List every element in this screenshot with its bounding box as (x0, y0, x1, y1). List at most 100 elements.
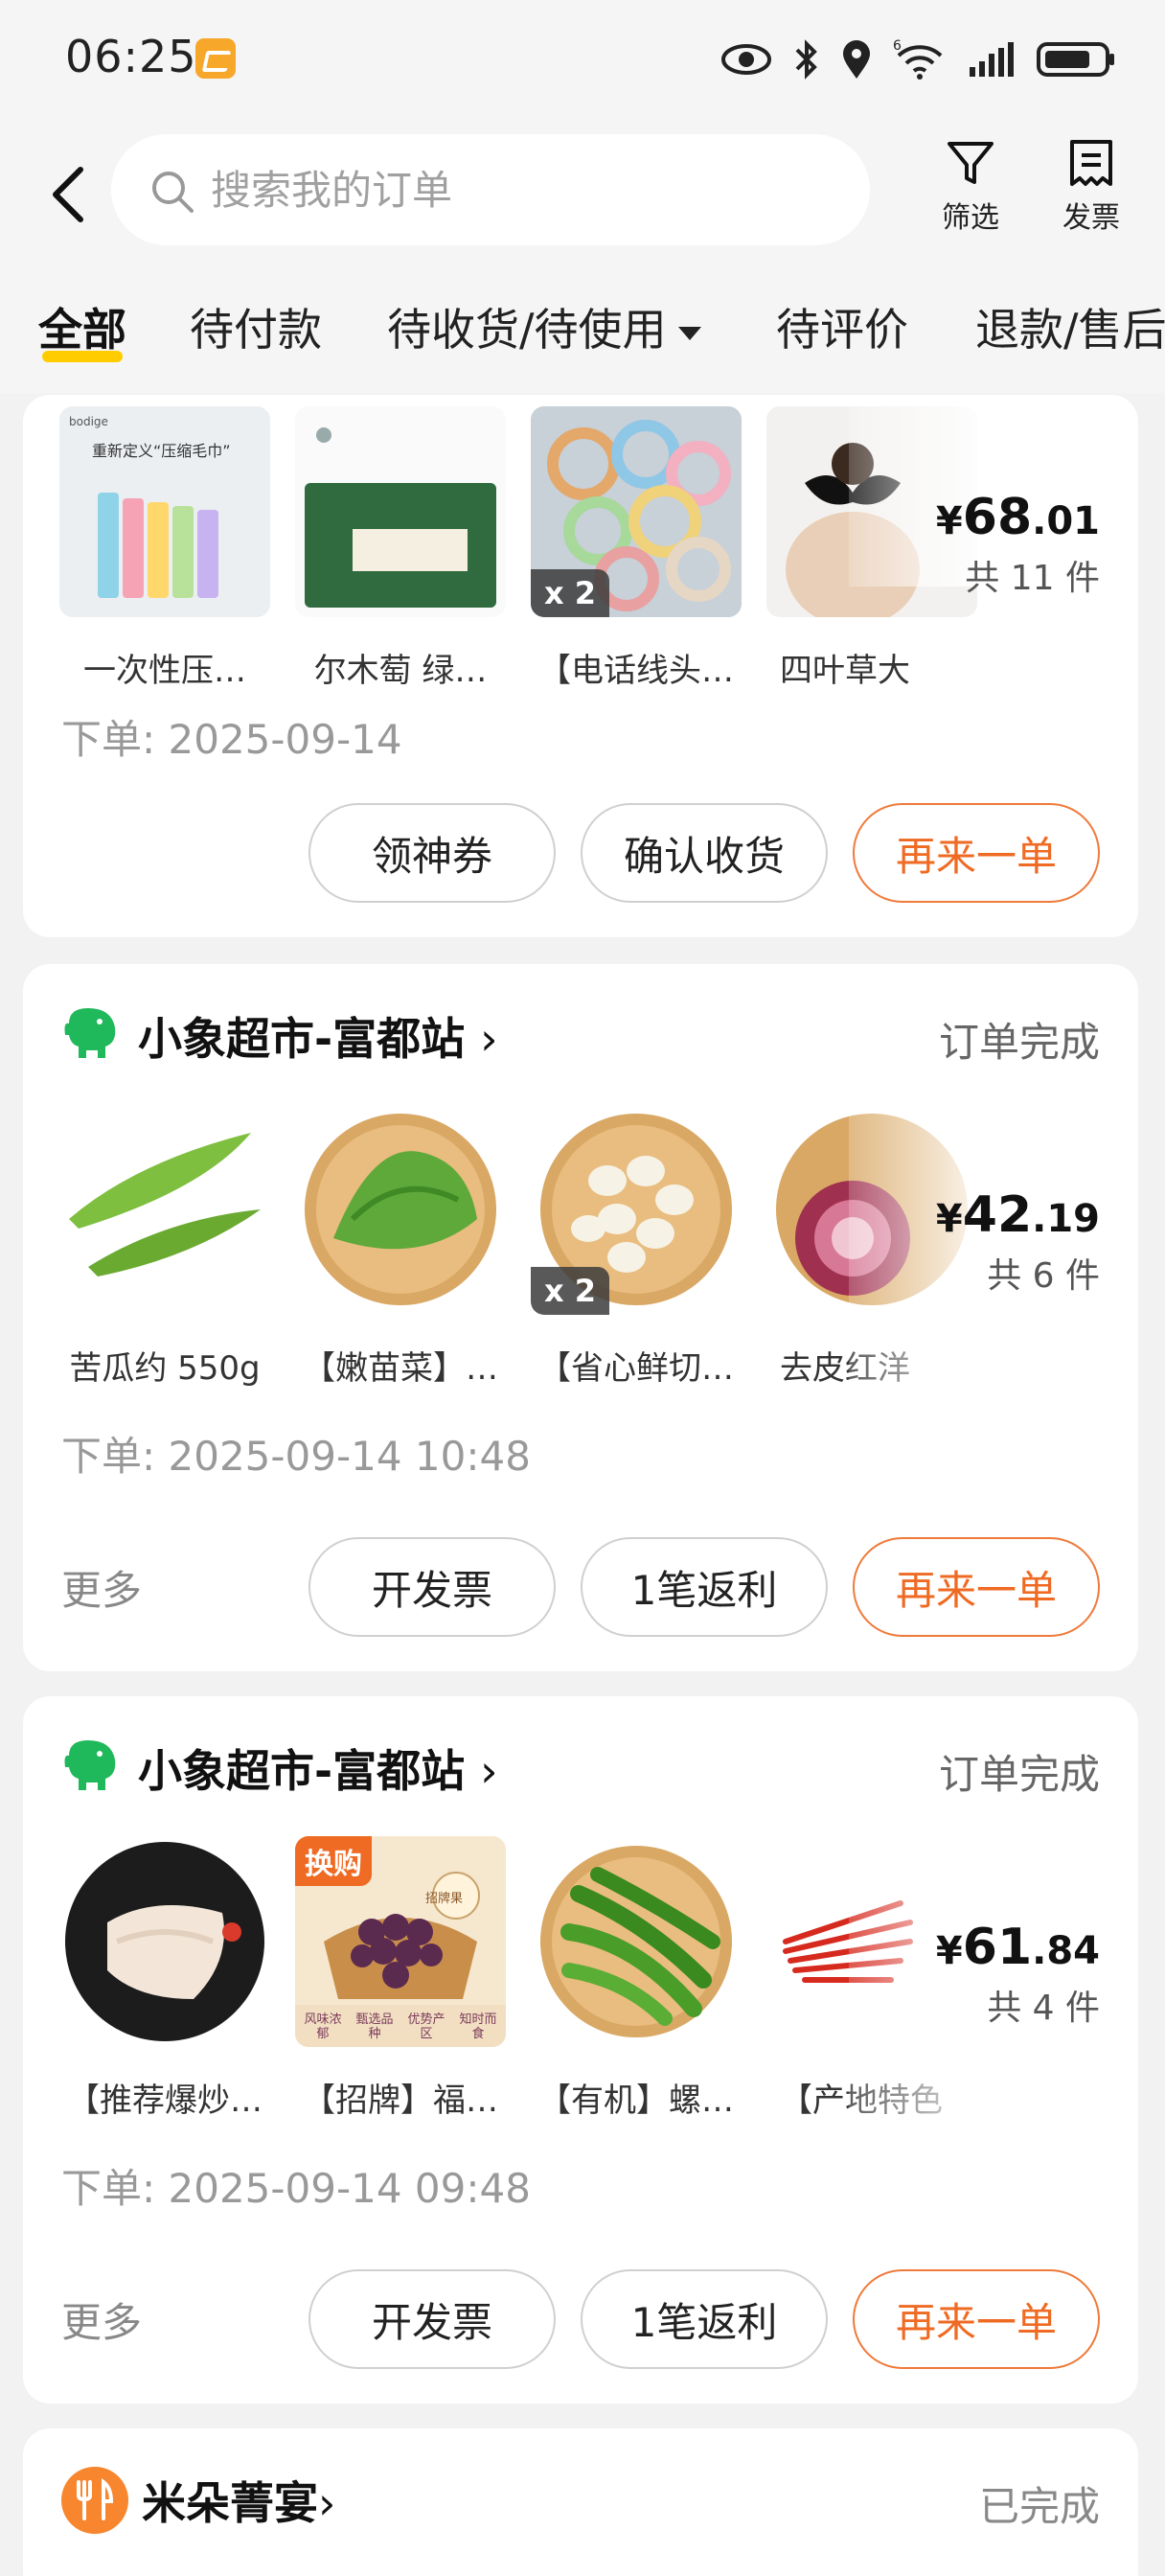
signal-icon (968, 40, 1016, 79)
app-notification-icon (195, 38, 236, 79)
invoice-label: 发票 (1062, 201, 1120, 235)
invoice-button[interactable]: 发票 (1039, 136, 1144, 236)
currency-symbol: ¥ (935, 499, 963, 543)
rebate-button[interactable]: 1笔返利 (581, 1537, 828, 1637)
order-card[interactable]: 小象超市-富都站 › 订单完成 苦瓜约 550g 【嫩苗菜】… x 2 【省心鲜… (23, 964, 1138, 1671)
store-name[interactable]: 小象超市-富都站 › (138, 1736, 498, 1800)
order-total: ¥68.01 共 11 件 (936, 489, 1100, 600)
order-price: ¥42.19 (936, 1186, 1100, 1244)
order-card[interactable]: 小象超市-富都站 › 订单完成 【推荐爆炒… 换购 招牌果 风味浓郁 甄选品种 … (23, 1696, 1138, 2404)
list-item[interactable]: 【推荐爆炒… (59, 1836, 270, 2121)
tab-all-label: 全部 (38, 304, 126, 356)
order-status: 订单完成 (938, 1019, 1100, 1066)
list-item[interactable]: 【嫩苗菜】… (295, 1104, 506, 1389)
order-total: ¥61.84 共 4 件 (936, 1919, 1100, 2030)
item-count: 共 4 件 (987, 1989, 1100, 2028)
price-decimal: .01 (1032, 499, 1100, 543)
list-item[interactable]: bodige 重新定义“压缩毛巾” 一次性压… (59, 406, 270, 691)
order-items: 【推荐爆炒… 换购 招牌果 风味浓郁 甄选品种 优势产区 知时而食 【招牌】福…… (59, 1836, 977, 2121)
reorder-button[interactable]: 再来一单 (853, 803, 1100, 903)
confirm-receipt-button[interactable]: 确认收货 (581, 803, 828, 903)
tab-pending-payment[interactable]: 待付款 (190, 295, 322, 358)
product-tag: 知时而食 (459, 2012, 497, 2041)
order-card[interactable]: bodige 重新定义“压缩毛巾” 一次性压… 尔木萄 绿… x 2 【电话线头… (23, 395, 1138, 937)
rebate-button[interactable]: 1笔返利 (581, 2269, 828, 2369)
list-item[interactable]: 【有机】螺… (531, 1836, 742, 2121)
item-caption: 尔木萄 绿… (313, 652, 488, 690)
reorder-button[interactable]: 再来一单 (853, 2269, 1100, 2369)
order-items: bodige 重新定义“压缩毛巾” 一次性压… 尔木萄 绿… x 2 【电话线头… (59, 406, 977, 691)
filter-label: 筛选 (942, 201, 999, 235)
tab-all[interactable]: 全部 (38, 295, 126, 358)
product-image (59, 1836, 270, 2047)
search-header: 筛选 发票 (0, 115, 1165, 278)
store-name-text: 小象超市-富都站 (138, 1013, 466, 1065)
product-image: 换购 招牌果 风味浓郁 甄选品种 优势产区 知时而食 (295, 1836, 506, 2047)
order-date: 下单: 2025-09-14 10:48 (61, 1433, 531, 1480)
item-caption: 苦瓜约 550g (69, 1349, 261, 1388)
product-image (59, 1104, 270, 1315)
order-tabs: 全部 待付款 待收货/待使用 待评价 退款/售后 (0, 278, 1165, 393)
order-date: 下单: 2025-09-14 (61, 716, 402, 763)
currency-symbol: ¥ (935, 1929, 963, 1973)
store-header[interactable]: 米朵菁宴› 已完成 (61, 2467, 1100, 2534)
more-button[interactable]: 更多 (61, 2290, 142, 2349)
chevron-left-icon (53, 167, 83, 222)
tab-pending-receipt[interactable]: 待收货/待使用 (387, 295, 701, 358)
brand-text: bodige (69, 415, 108, 428)
filter-button[interactable]: 筛选 (918, 136, 1023, 236)
invoice-request-button[interactable]: 开发票 (308, 1537, 556, 1637)
product-title-text: 重新定义“压缩毛巾” (92, 442, 231, 460)
store-header[interactable]: 小象超市-富都站 › 订单完成 (61, 1735, 1100, 1802)
item-count: 共 6 件 (987, 1256, 1100, 1296)
item-count: 共 11 件 (965, 559, 1100, 598)
item-caption: 【嫩苗菜】… (303, 1349, 498, 1388)
item-caption: 四叶草大 (780, 652, 910, 690)
currency-symbol: ¥ (935, 1197, 963, 1241)
list-item[interactable]: x 2 【省心鲜切… (531, 1104, 742, 1389)
order-items: 苦瓜约 550g 【嫩苗菜】… x 2 【省心鲜切… 去皮红洋 (59, 1104, 977, 1389)
product-image: bodige 重新定义“压缩毛巾” (59, 406, 270, 617)
store-header[interactable]: 小象超市-富都站 › 订单完成 (61, 1002, 1100, 1070)
search-box[interactable] (111, 134, 870, 245)
order-card[interactable]: 米朵菁宴› 已完成 (23, 2428, 1138, 2576)
bluetooth-icon (793, 38, 820, 80)
battery-icon (1037, 40, 1117, 79)
tab-active-indicator (42, 351, 123, 362)
svg-text:6: 6 (893, 38, 902, 54)
order-status: 已完成 (978, 2483, 1100, 2530)
tab-pending-receipt-label: 待收货/待使用 (387, 304, 667, 356)
order-status: 订单完成 (938, 1751, 1100, 1798)
product-tag: 甄选品种 (355, 2012, 394, 2041)
list-item[interactable]: 换购 招牌果 风味浓郁 甄选品种 优势产区 知时而食 【招牌】福… (295, 1836, 506, 2121)
tab-refund[interactable]: 退款/售后 (975, 295, 1165, 358)
store-name[interactable]: 小象超市-富都站 › (138, 1004, 498, 1068)
search-input[interactable] (211, 163, 824, 217)
status-bar: 06:25 6 (0, 0, 1165, 115)
invoice-request-button[interactable]: 开发票 (308, 2269, 556, 2369)
elephant-icon (61, 1735, 123, 1796)
more-button[interactable]: 更多 (61, 1558, 142, 1617)
item-caption: 【推荐爆炒… (67, 2082, 263, 2120)
tab-pending-payment-label: 待付款 (190, 304, 322, 356)
swap-badge: 换购 (295, 1836, 372, 1886)
product-image (295, 406, 506, 617)
reorder-button[interactable]: 再来一单 (853, 1537, 1100, 1637)
list-item[interactable]: 尔木萄 绿… (295, 406, 506, 691)
tab-pending-review[interactable]: 待评价 (776, 295, 908, 358)
wifi-6-icon: 6 (893, 38, 947, 80)
store-name-text: 米朵菁宴 (142, 2477, 318, 2529)
chevron-right-icon: › (318, 2477, 336, 2529)
list-item[interactable]: 苦瓜约 550g (59, 1104, 270, 1389)
tab-refund-label: 退款/售后 (975, 304, 1165, 356)
item-caption: 【招牌】福… (303, 2082, 498, 2120)
chevron-right-icon: › (480, 1745, 498, 1797)
back-button[interactable] (46, 158, 94, 231)
chevron-right-icon: › (480, 1013, 498, 1065)
coupon-button[interactable]: 领神券 (308, 803, 556, 903)
product-tag: 优势产区 (407, 2012, 445, 2041)
status-icons: 6 (720, 36, 1117, 82)
product-tag: 风味浓郁 (304, 2012, 342, 2041)
store-name[interactable]: 米朵菁宴› (142, 2469, 335, 2532)
list-item[interactable]: x 2 【电话线头… (531, 406, 742, 691)
